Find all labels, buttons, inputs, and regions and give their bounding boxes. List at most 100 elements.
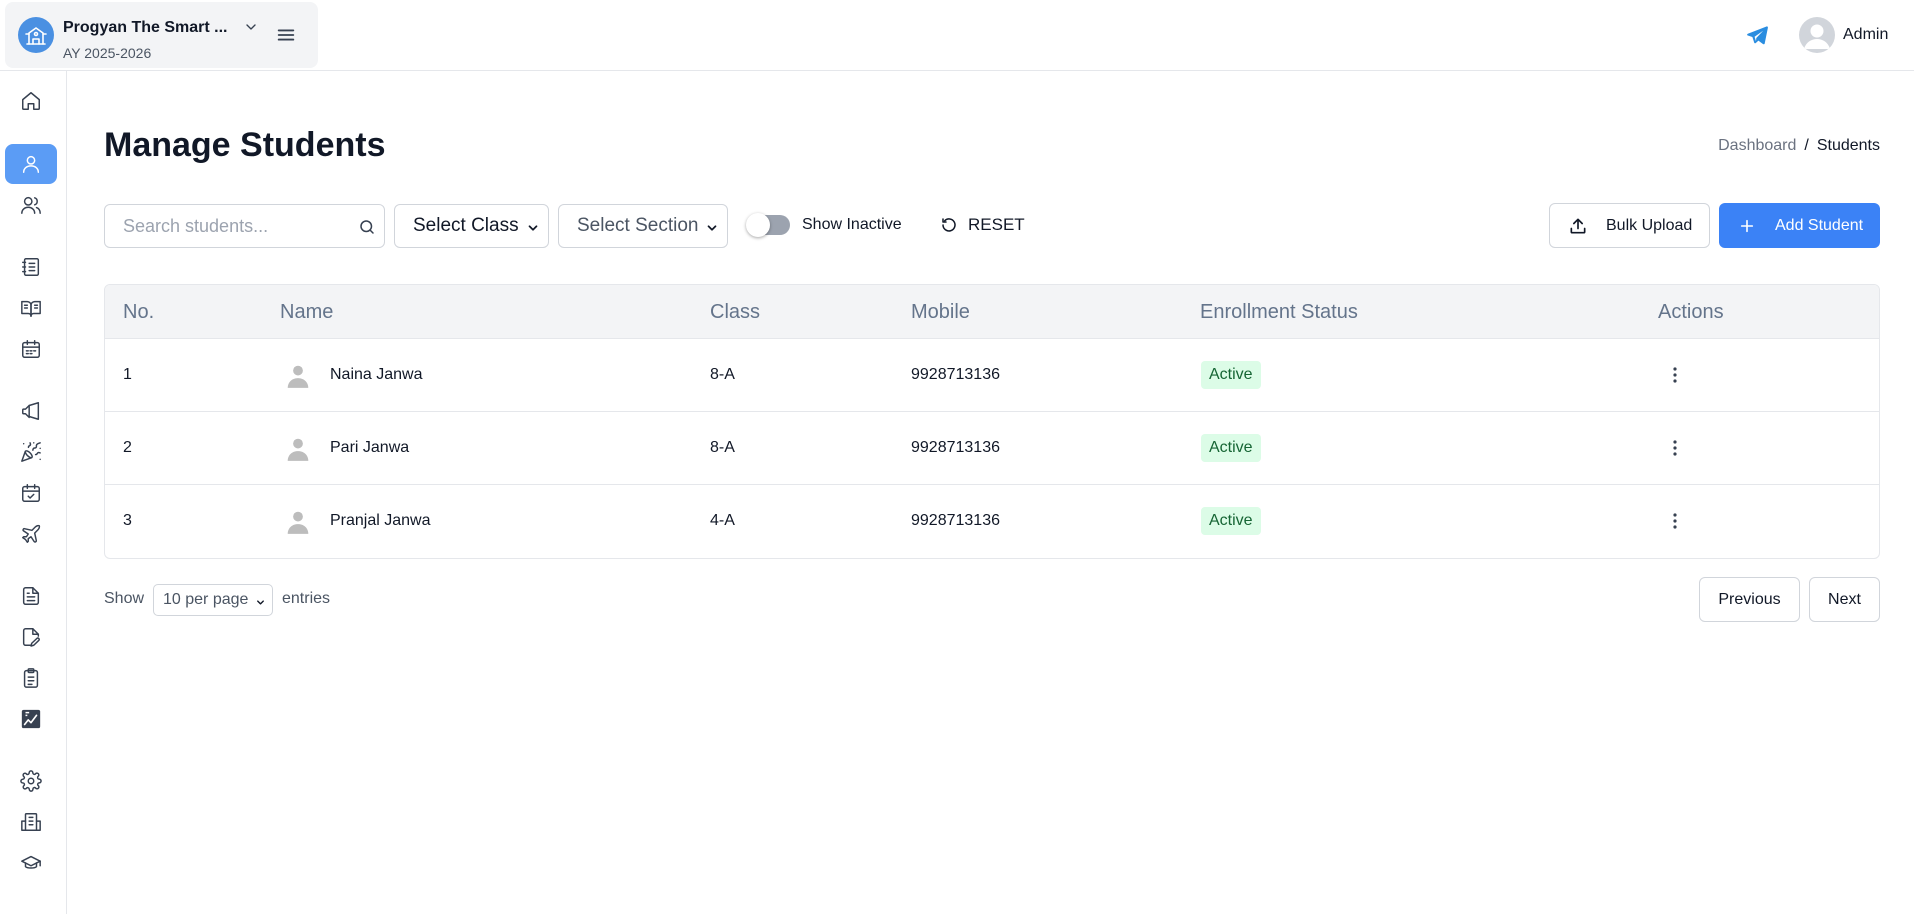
sidebar-item-reports[interactable] <box>5 699 57 739</box>
chevron-down-icon <box>705 221 719 235</box>
refresh-icon <box>942 218 956 232</box>
entries-label: entries <box>282 590 331 607</box>
page-title: Manage Students <box>104 126 386 164</box>
section-select[interactable]: Select Section <box>558 204 728 248</box>
student-avatar-icon <box>285 436 311 462</box>
cell-no: 1 <box>123 366 132 383</box>
cell-name: Naina Janwa <box>330 366 423 383</box>
more-vertical-icon[interactable] <box>1665 365 1685 385</box>
cell-mobile: 9928713136 <box>911 439 1000 456</box>
plus-icon <box>1740 219 1754 232</box>
status-badge: Active <box>1201 434 1261 462</box>
top-bar: Progyan The Smart ... AY 2025-2026 Admin <box>0 0 1914 71</box>
chevron-down-icon[interactable] <box>243 19 259 35</box>
cell-mobile: 9928713136 <box>911 366 1000 383</box>
section-select-value: Select Section <box>577 215 699 236</box>
bulk-upload-button[interactable]: Bulk Upload <box>1549 203 1710 248</box>
class-select[interactable]: Select Class <box>394 204 549 248</box>
clipboard-icon <box>23 668 39 688</box>
sidebar <box>0 71 67 914</box>
table-row: 1 Naina Janwa 8-A 9928713136 Active <box>105 339 1879 412</box>
avatar[interactable] <box>1799 17 1835 53</box>
cell-class: 8-A <box>710 439 735 456</box>
add-student-button[interactable]: Add Student <box>1719 203 1880 248</box>
sidebar-item-staff[interactable] <box>5 185 57 225</box>
status-badge: Active <box>1201 361 1261 389</box>
cell-no: 2 <box>123 439 132 456</box>
header-no: No. <box>123 301 155 323</box>
menu-icon[interactable] <box>275 24 297 46</box>
show-inactive-label: Show Inactive <box>802 216 902 233</box>
show-label: Show <box>104 590 145 607</box>
sidebar-item-announcements[interactable] <box>5 391 57 431</box>
calendar-icon <box>22 340 40 358</box>
book-open-icon <box>21 300 41 317</box>
breadcrumb-dashboard[interactable]: Dashboard <box>1718 137 1796 154</box>
per-page-select[interactable]: 10 per page <box>153 584 273 616</box>
school-logo <box>18 17 54 53</box>
academic-year: AY 2025-2026 <box>63 45 152 61</box>
header-class: Class <box>710 301 761 323</box>
file-edit-icon <box>22 628 40 647</box>
breadcrumb: Dashboard / Students <box>1718 137 1880 155</box>
sidebar-item-subjects[interactable] <box>5 288 57 328</box>
image-chart-icon <box>21 709 41 729</box>
cell-class: 8-A <box>710 366 735 383</box>
sidebar-item-tasks[interactable] <box>5 658 57 698</box>
next-button[interactable]: Next <box>1809 577 1880 622</box>
home-icon <box>22 92 40 110</box>
cell-class: 4-A <box>710 512 735 529</box>
calendar-check-icon <box>22 484 40 502</box>
breadcrumb-separator: / <box>1804 137 1809 154</box>
header-status: Enrollment Status <box>1200 301 1358 323</box>
user-name[interactable]: Admin <box>1843 26 1888 44</box>
add-student-label: Add Student <box>1775 216 1864 234</box>
cell-name: Pari Janwa <box>330 439 410 456</box>
sidebar-item-leave[interactable] <box>5 514 57 554</box>
previous-button[interactable]: Previous <box>1699 577 1800 622</box>
sidebar-item-academics[interactable] <box>5 843 57 883</box>
header-mobile: Mobile <box>911 301 970 323</box>
reset-label: RESET <box>968 215 1025 234</box>
search-box <box>104 204 385 248</box>
school-name: Progyan The Smart ... <box>63 19 228 36</box>
sidebar-item-settings[interactable] <box>5 761 57 801</box>
sidebar-item-school[interactable] <box>5 802 57 842</box>
sidebar-item-events[interactable] <box>5 432 57 472</box>
table-row: 3 Pranjal Janwa 4-A 9928713136 Active <box>105 485 1879 558</box>
breadcrumb-current: Students <box>1816 137 1880 154</box>
file-text-icon <box>22 587 40 605</box>
graduation-cap-icon <box>21 855 41 869</box>
building-icon <box>21 813 41 831</box>
sidebar-item-documents[interactable] <box>5 576 57 616</box>
more-vertical-icon[interactable] <box>1665 438 1685 458</box>
notebook-icon <box>22 258 40 276</box>
sidebar-item-students[interactable] <box>5 144 57 184</box>
student-avatar-icon <box>285 363 311 389</box>
toggle-knob <box>746 213 770 237</box>
school-switcher[interactable]: Progyan The Smart ... AY 2025-2026 <box>5 2 318 68</box>
sidebar-item-attendance[interactable] <box>5 473 57 513</box>
table-header: No. Name Class Mobile Enrollment Status … <box>105 285 1879 339</box>
megaphone-icon <box>22 402 40 420</box>
users-icon <box>21 196 41 214</box>
show-inactive-toggle[interactable] <box>746 213 790 237</box>
reset-button[interactable]: RESET <box>940 210 1025 240</box>
search-input[interactable] <box>105 205 355 247</box>
cell-mobile: 9928713136 <box>911 512 1000 529</box>
per-page-value: 10 per page <box>163 591 249 608</box>
sidebar-item-exams[interactable] <box>5 617 57 657</box>
sidebar-item-notebook[interactable] <box>5 247 57 287</box>
plane-icon <box>22 524 41 543</box>
more-vertical-icon[interactable] <box>1665 511 1685 531</box>
user-icon <box>22 155 40 173</box>
status-badge: Active <box>1201 507 1261 535</box>
header-name: Name <box>280 301 334 323</box>
cell-no: 3 <box>123 512 132 529</box>
sidebar-item-home[interactable] <box>5 81 57 121</box>
chevron-down-icon <box>526 221 540 235</box>
sidebar-item-calendar[interactable] <box>5 329 57 369</box>
telegram-icon[interactable] <box>1745 23 1769 47</box>
search-icon <box>358 218 376 236</box>
students-table: No. Name Class Mobile Enrollment Status … <box>104 284 1880 559</box>
